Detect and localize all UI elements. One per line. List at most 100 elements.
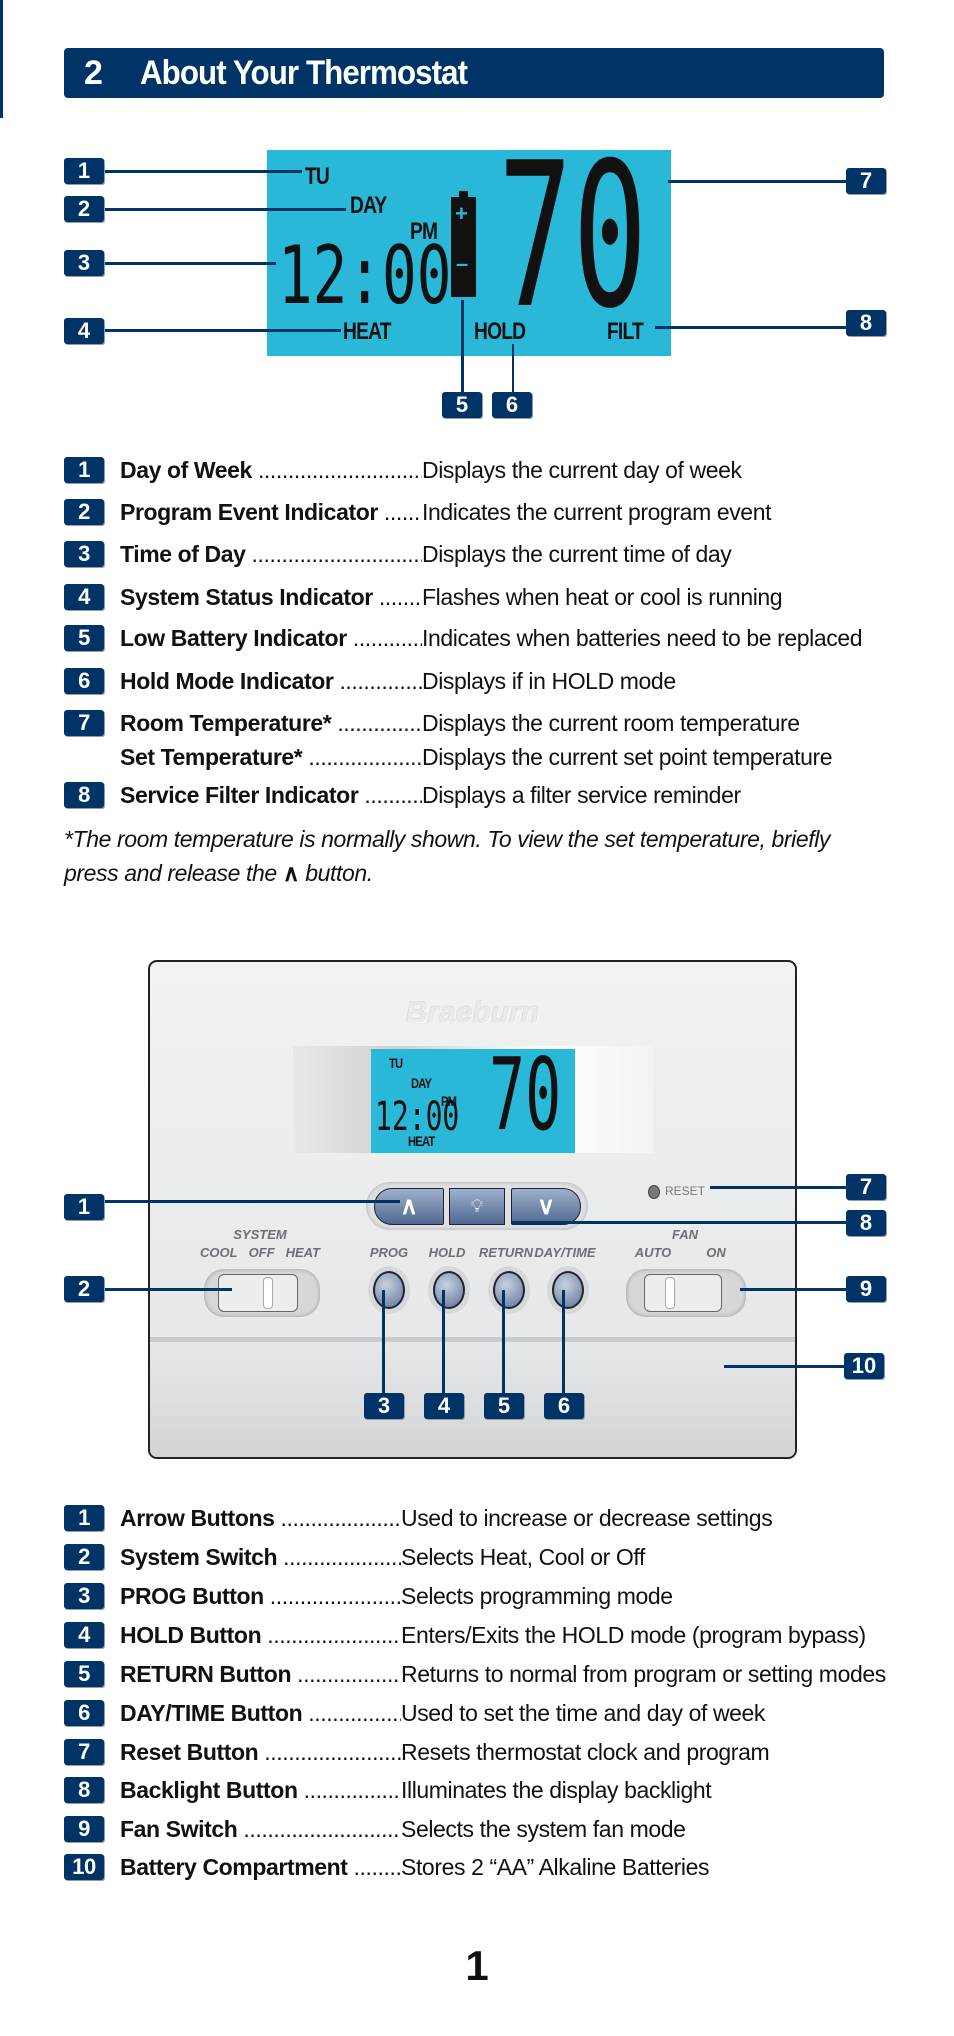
prog-button[interactable] (373, 1271, 405, 1309)
callout-badge: 3 (364, 1393, 404, 1419)
battery-compartment[interactable] (150, 1337, 795, 1457)
legend-label: Hold Mode Indicator (120, 668, 422, 695)
legend-badge: 5 (64, 625, 104, 651)
callout-badge: 10 (844, 1353, 884, 1379)
daytime-label: DAY/TIME (534, 1245, 596, 1260)
lcd-program-event: DAY (350, 192, 387, 219)
callout-line (512, 1221, 846, 1224)
callout-line (655, 326, 846, 329)
legend-item: 5 Low Battery IndicatorIndicates when bat… (64, 623, 863, 653)
legend-description: Used to increase or decrease settings (401, 1504, 773, 1531)
legend-label: Service Filter Indicator (120, 782, 422, 809)
return-button[interactable] (493, 1271, 525, 1309)
legend-label: Backlight Button (120, 1777, 401, 1804)
battery-icon: + – (451, 191, 476, 297)
fan-on-label: ON (706, 1245, 726, 1260)
legend-item: 8 Service Filter IndicatorDisplays a filt… (64, 780, 741, 810)
chevron-up-icon: ∧ (400, 1193, 418, 1220)
legend-badge: 4 (64, 584, 104, 610)
legend-badge: 1 (64, 457, 104, 483)
callout-badge: 6 (492, 392, 532, 418)
legend-description: Displays the current set point temperatu… (422, 743, 833, 770)
legend-badge: 5 (64, 1661, 104, 1687)
backlight-button[interactable]: 💡︎ (449, 1188, 505, 1225)
brand-logo: Braeburn (405, 996, 540, 1029)
callout-badge: 7 (846, 1174, 886, 1200)
section-number: 2 (84, 54, 103, 92)
callout-badge: 9 (846, 1276, 886, 1302)
hold-button[interactable] (433, 1271, 465, 1309)
lcd-day: TU (305, 163, 330, 190)
legend-item: 2 System SwitchSelects Heat, Cool or Off (64, 1542, 645, 1572)
callout-line (104, 1288, 232, 1291)
callout-line (382, 1290, 385, 1393)
fan-auto-label: AUTO (634, 1245, 672, 1260)
reset-button[interactable] (648, 1185, 660, 1199)
legend-badge: 3 (64, 541, 104, 567)
legend-badge: 10 (64, 1854, 104, 1880)
up-arrow-button[interactable]: ∧ (374, 1188, 444, 1225)
legend-label: Program Event Indicator (120, 499, 422, 526)
callout-line (668, 180, 846, 183)
chevron-down-icon: ∨ (537, 1193, 555, 1220)
callout-line (502, 1290, 505, 1393)
legend-item: 6 Hold Mode IndicatorDisplays if in HOLD … (64, 666, 676, 696)
legend-description: Displays a filter service reminder (422, 781, 741, 808)
legend-description: Returns to normal from program or settin… (401, 1660, 886, 1687)
legend-description: Flashes when heat or cool is running (422, 583, 783, 610)
legend-description: Stores 2 “AA” Alkaline Batteries (401, 1853, 710, 1880)
callout-badge: 4 (424, 1393, 464, 1419)
callout-line (740, 1288, 846, 1291)
legend-description: Displays if in HOLD mode (422, 667, 676, 694)
legend-badge: 2 (64, 1544, 104, 1570)
reset-label: RESET (665, 1184, 706, 1198)
daytime-button[interactable] (552, 1271, 584, 1309)
legend-item: 8 Backlight ButtonIlluminates the display… (64, 1775, 712, 1805)
legend-description: Selects Heat, Cool or Off (401, 1543, 645, 1570)
fan-switch[interactable] (626, 1269, 746, 1317)
lcd-temperature: 70 (498, 120, 648, 353)
legend-description: Selects the system fan mode (401, 1815, 686, 1842)
legend-badge: 7 (64, 710, 104, 736)
legend-description: Resets thermostat clock and program (401, 1738, 770, 1765)
legend-description: Used to set the time and day of week (401, 1699, 766, 1726)
legend-badge: 7 (64, 1739, 104, 1765)
legend-label: Set Temperature* (120, 744, 422, 771)
legend-description: Selects programming mode (401, 1582, 673, 1609)
callout-badge: 1 (64, 158, 104, 184)
legend-label: Time of Day (120, 541, 422, 568)
callout-badge: 1 (64, 1194, 104, 1220)
legend-description: Displays the current time of day (422, 540, 732, 567)
system-label: SYSTEM (233, 1227, 287, 1242)
legend-badge: 8 (64, 782, 104, 808)
legend-badge: 8 (64, 1777, 104, 1803)
system-switch[interactable] (204, 1269, 320, 1317)
callout-line (104, 1200, 400, 1203)
callout-badge: 3 (64, 250, 104, 276)
legend-label: PROG Button (120, 1583, 401, 1610)
legend-item: 1 Day of WeekDisplays the current day of … (64, 455, 742, 485)
legend-item: 4 System Status IndicatorFlashes when hea… (64, 582, 783, 612)
lcd-time: 12:00 (278, 229, 452, 322)
legend-item: 6 DAY/TIME ButtonUsed to set the time and… (64, 1698, 765, 1728)
lightbulb-icon: 💡︎ (470, 1196, 484, 1216)
page-edge-line (0, 0, 3, 118)
legend-badge: 3 (64, 1583, 104, 1609)
legend-item: 3 PROG ButtonSelects programming mode (64, 1581, 673, 1611)
down-arrow-button[interactable]: ∨ (511, 1188, 581, 1225)
callout-line (461, 300, 464, 392)
callout-badge: 4 (64, 318, 104, 344)
legend-item: 10 Battery CompartmentStores 2 “AA” Alkal… (64, 1852, 709, 1882)
legend-label: Day of Week (120, 457, 422, 484)
legend-item: 7 Room Temperature*Displays the current r… (64, 708, 800, 738)
legend-label: Battery Compartment (120, 1854, 401, 1881)
legend-item: 2 Program Event IndicatorIndicates the cu… (64, 497, 771, 527)
legend-badge: 6 (64, 1700, 104, 1726)
callout-badge: 8 (846, 1210, 886, 1236)
footnote-line-1: *The room temperature is normally shown.… (64, 826, 831, 852)
callout-badge: 5 (484, 1393, 524, 1419)
callout-line (104, 208, 346, 211)
legend-item: 7 Reset ButtonResets thermostat clock and… (64, 1737, 770, 1767)
legend-label: Room Temperature* (120, 710, 422, 737)
callout-line (724, 1365, 844, 1368)
